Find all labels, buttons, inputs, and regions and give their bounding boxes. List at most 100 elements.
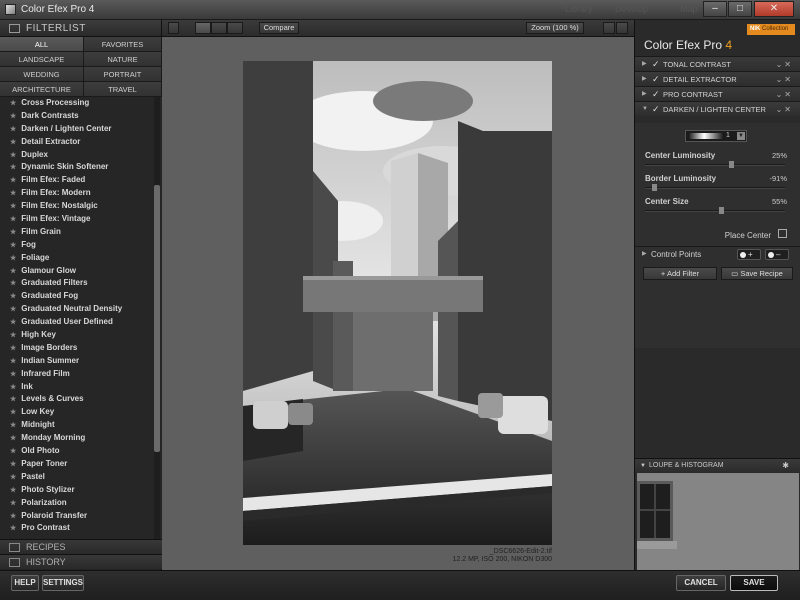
add-control-point-button[interactable]: + bbox=[737, 249, 761, 260]
star-icon[interactable]: ★ bbox=[10, 474, 16, 481]
filter-list-scrollbar[interactable] bbox=[154, 97, 160, 555]
enable-check-icon[interactable]: ✓ bbox=[652, 102, 660, 117]
star-icon[interactable]: ★ bbox=[10, 293, 16, 300]
star-icon[interactable]: ★ bbox=[10, 461, 16, 468]
preview-canvas[interactable]: _DSC6626-Edit-2.tif 12.2 MP, ISO 200, NI… bbox=[162, 37, 634, 570]
slider-thumb[interactable] bbox=[651, 184, 657, 191]
slider-thumb[interactable] bbox=[728, 161, 734, 168]
star-icon[interactable]: ★ bbox=[10, 229, 16, 236]
filter-item[interactable]: ★ Old Photo bbox=[0, 445, 162, 458]
filter-item[interactable]: ★ Duplex bbox=[0, 149, 162, 162]
zoom-button[interactable]: Zoom (100 %) bbox=[526, 22, 584, 34]
enable-check-icon[interactable]: ✓ bbox=[652, 87, 660, 102]
enable-check-icon[interactable]: ✓ bbox=[652, 72, 660, 87]
maximize-button[interactable]: □ bbox=[728, 1, 752, 17]
filter-item[interactable]: ★ Glamour Glow bbox=[0, 265, 162, 278]
star-icon[interactable]: ★ bbox=[10, 525, 16, 532]
filter-item[interactable]: ★ Cross Processing bbox=[0, 97, 162, 110]
category-architecture[interactable]: ARCHITECTURE bbox=[0, 82, 84, 97]
expand-arrow-icon[interactable]: ▶ bbox=[642, 57, 647, 72]
category-wedding[interactable]: WEDDING bbox=[0, 67, 84, 82]
star-icon[interactable]: ★ bbox=[10, 513, 16, 520]
star-icon[interactable]: ★ bbox=[10, 164, 16, 171]
category-all[interactable]: ALL bbox=[0, 37, 84, 52]
star-icon[interactable]: ★ bbox=[10, 216, 16, 223]
filter-item[interactable]: ★ Paper Toner bbox=[0, 458, 162, 471]
filter-item[interactable]: ★ Monday Morning bbox=[0, 432, 162, 445]
filter-item[interactable]: ★ Detail Extractor bbox=[0, 136, 162, 149]
filter-item[interactable]: ★ Film Efex: Vintage bbox=[0, 213, 162, 226]
filter-item[interactable]: ★ Infrared Film bbox=[0, 368, 162, 381]
slider-thumb[interactable] bbox=[719, 207, 725, 214]
stack-item-actions-icon[interactable]: ⌄✕ bbox=[776, 72, 793, 87]
category-travel[interactable]: TRAVEL bbox=[84, 82, 162, 97]
filter-item[interactable]: ★ Fog bbox=[0, 239, 162, 252]
filter-item[interactable]: ★ Foliage bbox=[0, 252, 162, 265]
filter-item[interactable]: ★ Indian Summer bbox=[0, 355, 162, 368]
compare-button[interactable]: Compare bbox=[259, 22, 299, 34]
place-center-icon[interactable] bbox=[778, 229, 787, 238]
star-icon[interactable]: ★ bbox=[10, 319, 16, 326]
star-icon[interactable]: ★ bbox=[10, 100, 16, 107]
filter-item[interactable]: ★ Graduated Filters bbox=[0, 277, 162, 290]
minimize-button[interactable]: – bbox=[703, 1, 727, 17]
star-icon[interactable]: ★ bbox=[10, 409, 16, 416]
side-by-side-view-icon[interactable] bbox=[227, 22, 243, 34]
stack-item-actions-icon[interactable]: ⌄✕ bbox=[776, 102, 793, 117]
star-icon[interactable]: ★ bbox=[10, 306, 16, 313]
single-view-icon[interactable] bbox=[195, 22, 211, 34]
background-toggle-icon[interactable] bbox=[603, 22, 615, 34]
stack-item-tonal-contrast[interactable]: ▶ ✓ TONAL CONTRAST ⌄✕ bbox=[635, 56, 800, 71]
center-size-slider[interactable] bbox=[645, 207, 785, 214]
save-recipe-button[interactable]: ▭ Save Recipe bbox=[721, 267, 793, 280]
star-icon[interactable]: ★ bbox=[10, 345, 16, 352]
collapse-arrow-icon[interactable]: ▼ bbox=[642, 102, 648, 117]
collapse-arrow-icon[interactable]: ▼ bbox=[640, 459, 646, 473]
stack-item-actions-icon[interactable]: ⌄✕ bbox=[776, 57, 793, 72]
cancel-button[interactable]: CANCEL bbox=[676, 575, 726, 591]
filter-item[interactable]: ★ Film Grain bbox=[0, 226, 162, 239]
filter-item[interactable]: ★ Image Borders bbox=[0, 342, 162, 355]
filter-item[interactable]: ★ Graduated Neutral Density bbox=[0, 303, 162, 316]
enable-check-icon[interactable]: ✓ bbox=[652, 57, 660, 72]
scrollbar-thumb[interactable] bbox=[154, 185, 160, 452]
hide-filterlist-icon[interactable] bbox=[168, 22, 179, 34]
star-icon[interactable]: ★ bbox=[10, 280, 16, 287]
expand-arrow-icon[interactable]: ▶ bbox=[642, 250, 647, 257]
star-icon[interactable]: ★ bbox=[10, 126, 16, 133]
shape-preset-select[interactable]: 1 ▼ bbox=[685, 130, 747, 142]
settings-button[interactable]: SETTINGS bbox=[42, 575, 84, 591]
stack-item-darken-lighten-center[interactable]: ▼ ✓ DARKEN / LIGHTEN CENTER ⌄✕ bbox=[635, 101, 800, 116]
stack-item-detail-extractor[interactable]: ▶ ✓ DETAIL EXTRACTOR ⌄✕ bbox=[635, 71, 800, 86]
hide-controls-icon[interactable] bbox=[616, 22, 628, 34]
filter-item[interactable]: ★ Ink bbox=[0, 381, 162, 394]
category-portrait[interactable]: PORTRAIT bbox=[84, 67, 162, 82]
star-icon[interactable]: ★ bbox=[10, 332, 16, 339]
filter-item[interactable]: ★ Pro Contrast bbox=[0, 522, 162, 535]
filter-item[interactable]: ★ Film Efex: Modern bbox=[0, 187, 162, 200]
star-icon[interactable]: ★ bbox=[10, 113, 16, 120]
history-section[interactable]: HISTORY bbox=[0, 554, 162, 569]
filter-item[interactable]: ★ Film Efex: Faded bbox=[0, 174, 162, 187]
filter-item[interactable]: ★ Pastel bbox=[0, 471, 162, 484]
filter-item[interactable]: ★ Low Key bbox=[0, 406, 162, 419]
filter-item[interactable]: ★ Graduated User Defined bbox=[0, 316, 162, 329]
stack-item-pro-contrast[interactable]: ▶ ✓ PRO CONTRAST ⌄✕ bbox=[635, 86, 800, 101]
filter-item[interactable]: ★ High Key bbox=[0, 329, 162, 342]
star-icon[interactable]: ★ bbox=[10, 396, 16, 403]
loupe-preview[interactable] bbox=[637, 473, 799, 570]
star-icon[interactable]: ★ bbox=[10, 384, 16, 391]
add-filter-button[interactable]: + Add Filter bbox=[643, 267, 717, 280]
close-window-button[interactable]: ✕ bbox=[754, 1, 794, 17]
border-luminosity-slider[interactable] bbox=[645, 184, 785, 191]
star-icon[interactable]: ★ bbox=[10, 371, 16, 378]
star-icon[interactable]: ★ bbox=[10, 203, 16, 210]
filter-item[interactable]: ★ Film Efex: Nostalgic bbox=[0, 200, 162, 213]
star-icon[interactable]: ★ bbox=[10, 422, 16, 429]
star-icon[interactable]: ★ bbox=[10, 139, 16, 146]
chevron-down-icon[interactable]: ▼ bbox=[737, 132, 745, 140]
filter-item[interactable]: ★ Midnight bbox=[0, 419, 162, 432]
center-luminosity-slider[interactable] bbox=[645, 161, 785, 168]
star-icon[interactable]: ★ bbox=[10, 435, 16, 442]
star-icon[interactable]: ★ bbox=[10, 448, 16, 455]
